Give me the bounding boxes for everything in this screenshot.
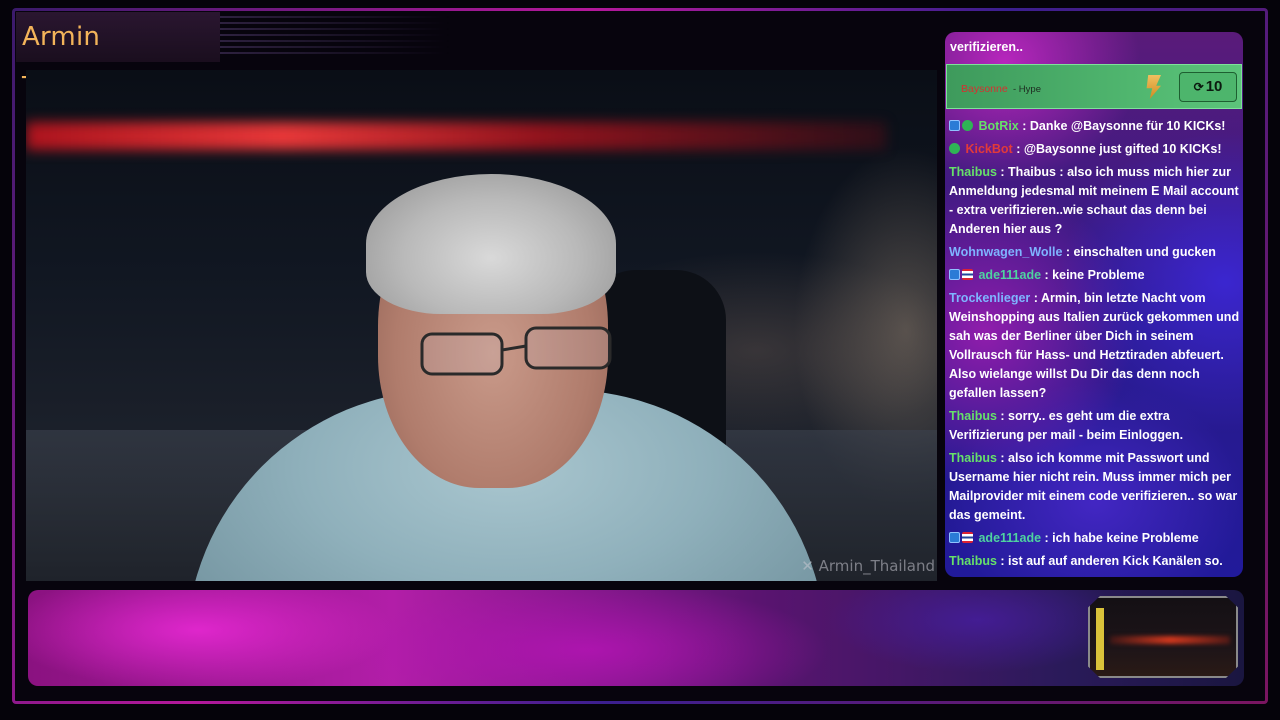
bot-badge-icon <box>949 532 960 543</box>
chat-username[interactable]: KickBot <box>965 142 1012 156</box>
kick-icon: ⟳ <box>1193 80 1204 94</box>
chat-username[interactable]: ade111ade <box>978 268 1041 282</box>
title-decoration <box>220 16 450 58</box>
chat-message: Trockenlieger : Armin, bin letzte Nacht … <box>949 289 1241 403</box>
gift-notification: Baysonne - Hype ⟳ 10 <box>946 64 1242 109</box>
chat-text: : Danke @Baysonne für 10 KICKs! <box>1022 119 1226 133</box>
streamer-glasses <box>420 326 612 376</box>
verified-badge-icon <box>962 120 973 131</box>
verified-badge-icon <box>949 143 960 154</box>
chat-truncated-message: verifizieren.. <box>950 40 1023 54</box>
thumbnail-light <box>1096 608 1104 670</box>
chat-username[interactable]: Trockenlieger <box>949 291 1030 305</box>
channel-title: Armin Thailand <box>16 12 220 102</box>
gift-type: - Hype <box>1013 84 1041 95</box>
chat-message: KickBot : @Baysonne just gifted 10 KICKs… <box>949 140 1241 159</box>
chat-message: ade111ade : keine Probleme <box>949 266 1241 285</box>
chat-username[interactable]: Thaibus <box>949 451 997 465</box>
chat-username[interactable]: Thaibus <box>949 409 997 423</box>
lightning-icon <box>1146 75 1161 99</box>
bottom-banner <box>28 590 1244 686</box>
watermark-icon: ✕ <box>801 557 814 575</box>
chat-text: : ich habe keine Probleme <box>1044 531 1199 545</box>
chat-message: BotRix : Danke @Baysonne für 10 KICKs! <box>949 117 1241 136</box>
chat-username[interactable]: Thaibus <box>949 554 997 568</box>
gift-count: 10 <box>1205 78 1223 95</box>
chat-message: Thaibus : sorry.. es geht um die extra V… <box>949 407 1241 445</box>
chat-message: Thaibus : ist auf auf anderen Kick Kanäl… <box>949 552 1241 571</box>
chat-text: : Armin, bin letzte Nacht vom Weinshoppi… <box>949 291 1240 400</box>
chat-text: : keine Probleme <box>1044 268 1145 282</box>
background-neon-light <box>26 122 886 150</box>
gift-count-badge: ⟳ 10 <box>1179 72 1237 102</box>
chat-username[interactable]: BotRix <box>978 119 1018 133</box>
chat-panel: verifizieren.. Baysonne - Hype ⟳ 10 BotRi… <box>945 32 1243 577</box>
flag-badge-icon <box>962 269 973 280</box>
chat-message: ade111ade : ich habe keine Probleme <box>949 529 1241 548</box>
chat-text: : @Baysonne just gifted 10 KICKs! <box>1016 142 1222 156</box>
streamer-hair <box>366 174 616 314</box>
chat-message-list[interactable]: BotRix : Danke @Baysonne für 10 KICKs! K… <box>949 117 1241 575</box>
chat-username[interactable]: Thaibus <box>949 165 997 179</box>
secondary-camera-thumbnail <box>1088 596 1238 678</box>
chat-username[interactable]: ade111ade <box>978 531 1041 545</box>
stream-watermark: ✕ Armin_Thailand <box>801 557 935 575</box>
chat-text: : ist auf auf anderen Kick Kanälen so. <box>1000 554 1223 568</box>
gift-user[interactable]: Baysonne <box>961 80 1008 99</box>
chat-message: Wohnwagen_Wolle : einschalten und gucken <box>949 243 1241 262</box>
thumbnail-glow <box>1110 636 1230 644</box>
chat-username[interactable]: Wohnwagen_Wolle <box>949 245 1062 259</box>
bot-badge-icon <box>949 269 960 280</box>
chat-message: Thaibus : Thaibus : also ich muss mich h… <box>949 163 1241 239</box>
webcam-video: ✕ Armin_Thailand <box>26 70 937 581</box>
watermark-text: Armin_Thailand <box>818 557 935 575</box>
flag-badge-icon <box>962 532 973 543</box>
bot-badge-icon <box>949 120 960 131</box>
chat-message: Thaibus : also ich komme mit Passwort un… <box>949 449 1241 525</box>
chat-text: : einschalten und gucken <box>1065 245 1216 259</box>
